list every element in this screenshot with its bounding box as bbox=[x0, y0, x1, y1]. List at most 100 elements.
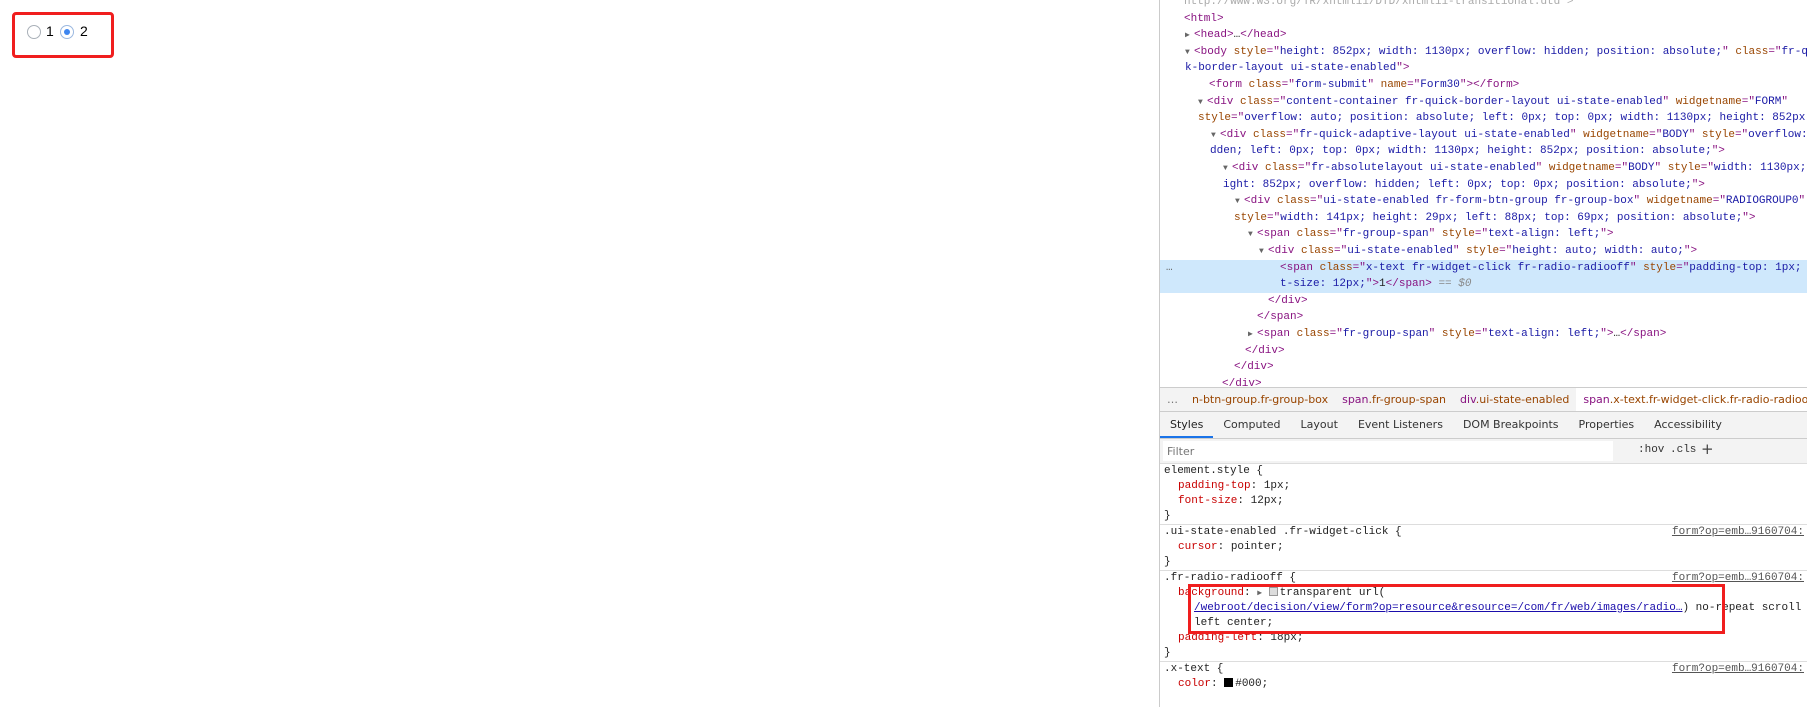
collapsed-triangle-icon[interactable]: ▶ bbox=[1185, 27, 1190, 44]
elements-dom-tree[interactable]: http://www.w3.org/TR/xhtml11/DTD/xhtml11… bbox=[1160, 0, 1807, 387]
collapsed-triangle-icon[interactable]: ▶ bbox=[1248, 326, 1253, 343]
radio-option-2-label[interactable]: 2 bbox=[80, 23, 88, 39]
dom-node-selected[interactable]: t-size: 12px;">1</span> == $0 bbox=[1160, 276, 1807, 294]
dom-node-line[interactable]: k-border-layout ui-state-enabled"> bbox=[1185, 60, 1807, 77]
dom-token-tag: </head> bbox=[1240, 29, 1287, 42]
dom-token-attr: widgetname bbox=[1548, 162, 1615, 174]
expanded-triangle-icon[interactable]: ▼ bbox=[1198, 94, 1203, 111]
dom-token-tag: <form bbox=[1209, 79, 1249, 91]
dom-token-tag: =" bbox=[1676, 261, 1690, 274]
property-value: 18px; bbox=[1270, 632, 1304, 644]
dom-token-tag: </div> bbox=[1234, 361, 1274, 374]
tab-properties[interactable]: Properties bbox=[1569, 412, 1645, 438]
dom-node-line[interactable]: ▼ <div class="fr-quick-adaptive-layout ui… bbox=[1211, 127, 1807, 144]
dom-node-line[interactable]: </div> bbox=[1245, 343, 1807, 360]
color-swatch-icon[interactable] bbox=[1268, 587, 1278, 596]
breadcrumb-item[interactable]: n-btn-group.fr-group-box bbox=[1185, 388, 1335, 411]
dom-token-attr: class bbox=[1240, 95, 1274, 108]
cls-toggle[interactable]: .cls bbox=[1670, 444, 1696, 456]
resource-url-link[interactable]: /webroot/decision/view/form?op=resource&… bbox=[1194, 602, 1682, 614]
style-declaration[interactable]: cursor: pointer; bbox=[1160, 540, 1807, 555]
tab-event-listeners[interactable]: Event Listeners bbox=[1348, 412, 1453, 438]
dom-node-line[interactable]: style="overflow: auto; position: absolut… bbox=[1198, 110, 1807, 127]
dom-node-line[interactable]: ▼ <div class="content-container fr-quick-… bbox=[1198, 94, 1807, 111]
dom-node-line[interactable]: ▶ <span class="fr-group-span" style="text… bbox=[1248, 326, 1807, 343]
dom-token-val: fr-quick-adaptive-layout ui-state-enable… bbox=[1299, 128, 1570, 141]
expanded-triangle-icon[interactable]: ▼ bbox=[1259, 243, 1264, 260]
dom-token-attr: class bbox=[1277, 195, 1311, 208]
new-rule-plus-icon[interactable]: + bbox=[1701, 440, 1714, 458]
dom-node-line[interactable]: </div> bbox=[1234, 359, 1807, 376]
dom-node-line[interactable]: http://www.w3.org/TR/xhtml11/DTD/xhtml11… bbox=[1184, 0, 1807, 11]
radio-option-1[interactable] bbox=[27, 25, 41, 39]
devtools-panel: http://www.w3.org/TR/xhtml11/DTD/xhtml11… bbox=[1159, 0, 1807, 707]
dom-node-selected[interactable]: <span class="x-text fr-widget-click fr-r… bbox=[1160, 259, 1807, 277]
dom-node-line[interactable]: ▼ <div class="ui-state-enabled fr-form-bt… bbox=[1235, 193, 1807, 210]
rule-source-link[interactable]: form?op=emb…9160704: bbox=[1672, 526, 1804, 538]
dom-token-tag: =" bbox=[1712, 195, 1726, 208]
dom-node-line[interactable]: </div> bbox=[1268, 293, 1807, 310]
style-declaration[interactable]: font-size: 12px; bbox=[1160, 494, 1807, 509]
tab-layout[interactable]: Layout bbox=[1291, 412, 1348, 438]
property-value: pointer; bbox=[1230, 541, 1284, 553]
dom-node-line[interactable]: ▼ <span class="fr-group-span" style="text… bbox=[1248, 226, 1807, 243]
dom-token-tag: "> bbox=[1683, 245, 1698, 257]
radio-option-2[interactable] bbox=[60, 25, 74, 39]
dom-token-attr: style bbox=[1234, 211, 1268, 224]
dom-token-tag: =" bbox=[1286, 128, 1300, 141]
expanded-triangle-icon[interactable]: ▼ bbox=[1211, 127, 1216, 144]
tab-computed[interactable]: Computed bbox=[1213, 412, 1290, 438]
dom-node-line[interactable]: ▼ <div class="fr-absolutelayout ui-state-… bbox=[1223, 160, 1807, 177]
breadcrumb-item-selected[interactable]: span.x-text.fr-widget-click.fr-radio-rad… bbox=[1576, 388, 1807, 411]
rule-source-link[interactable]: form?op=emb…9160704: bbox=[1672, 663, 1804, 675]
dom-node-line[interactable]: </div> bbox=[1222, 376, 1807, 387]
node-actions-ellipsis[interactable]: … bbox=[1166, 260, 1173, 277]
styles-filter-input[interactable] bbox=[1163, 441, 1613, 461]
rule-source-link[interactable]: form?op=emb…9160704: bbox=[1672, 572, 1804, 584]
expanded-triangle-icon[interactable]: ▼ bbox=[1185, 44, 1190, 61]
expanded-triangle-icon[interactable]: ▼ bbox=[1223, 160, 1228, 177]
style-declaration[interactable]: padding-top: 1px; bbox=[1160, 479, 1807, 494]
dom-token-attr: class bbox=[1735, 45, 1769, 58]
style-declaration[interactable]: background: ▶ transparent url( bbox=[1160, 586, 1807, 601]
tab-styles[interactable]: Styles bbox=[1160, 412, 1214, 438]
dom-node-line[interactable]: ▶ <head>…</head> bbox=[1185, 27, 1807, 44]
dom-token-attr: widgetname bbox=[1675, 95, 1742, 108]
style-declaration[interactable]: padding-left: 18px; bbox=[1160, 631, 1807, 646]
dom-token-tag: <div bbox=[1268, 245, 1302, 257]
tab-accessibility[interactable]: Accessibility bbox=[1644, 412, 1732, 438]
tab-dom-breakpoints[interactable]: DOM Breakpoints bbox=[1453, 412, 1569, 438]
dom-token-tag: " bbox=[1535, 162, 1549, 174]
radio-option-1-label[interactable]: 1 bbox=[46, 23, 54, 39]
dom-node-line[interactable]: <form class="form-submit" name="Form30">… bbox=[1209, 77, 1807, 94]
rule-x-text: form?op=emb…9160704: .x-text { color: #0… bbox=[1160, 662, 1807, 692]
breadcrumb-item[interactable]: div.ui-state-enabled bbox=[1453, 388, 1576, 411]
dom-token-val: text-align: left; bbox=[1488, 228, 1601, 241]
dom-node-line[interactable]: ▼ <div class="ui-state-enabled" style="he… bbox=[1259, 243, 1807, 260]
hov-toggle[interactable]: :hov bbox=[1638, 444, 1664, 456]
property-value: 1px; bbox=[1263, 480, 1291, 492]
dom-node-line[interactable]: style="width: 141px; height: 29px; left:… bbox=[1234, 210, 1807, 227]
breadcrumb-tag: span bbox=[1342, 393, 1369, 406]
expand-arrow-icon[interactable]: ▶ bbox=[1257, 589, 1262, 598]
dom-token-tag: "> bbox=[1365, 278, 1380, 291]
dom-node-line[interactable]: </span> bbox=[1257, 309, 1807, 326]
expanded-triangle-icon[interactable]: ▼ bbox=[1248, 226, 1253, 243]
breadcrumb-ellipsis[interactable]: … bbox=[1160, 388, 1185, 411]
dom-token-tag: " bbox=[1428, 328, 1442, 340]
dom-node-line[interactable]: <html> bbox=[1184, 11, 1807, 28]
dom-node-line[interactable]: dden; left: 0px; top: 0px; width: 1130px… bbox=[1210, 143, 1807, 160]
dom-token-tag: " bbox=[1654, 162, 1668, 174]
property-value: ) no-repeat scroll bbox=[1682, 602, 1802, 614]
dom-token-tag: " bbox=[1629, 261, 1644, 274]
dom-node-line[interactable]: ight: 852px; overflow: hidden; left: 0px… bbox=[1223, 177, 1807, 194]
dom-token-val: fr-group-span bbox=[1342, 228, 1429, 241]
dom-token-val: dden; left: 0px; top: 0px; width: 1130px… bbox=[1210, 145, 1712, 158]
dom-node-line[interactable]: ▼ <body style="height: 852px; width: 1130… bbox=[1185, 44, 1807, 61]
style-declaration[interactable]: color: #000; bbox=[1160, 677, 1807, 692]
breadcrumb-class: .x-text.fr-widget-click.fr-radio-radioof… bbox=[1609, 393, 1807, 406]
expanded-triangle-icon[interactable]: ▼ bbox=[1235, 193, 1240, 210]
breadcrumb-item[interactable]: span.fr-group-span bbox=[1335, 388, 1453, 411]
color-swatch-icon[interactable] bbox=[1224, 678, 1234, 687]
dom-token-val: k-border-layout ui-state-enabled bbox=[1185, 62, 1397, 75]
